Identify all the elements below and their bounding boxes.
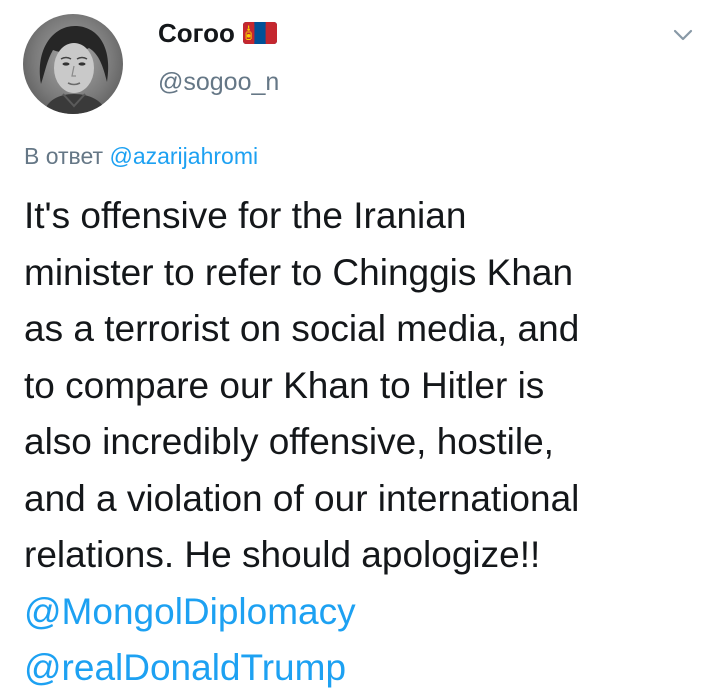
tweet-text-line: as a terrorist on social media, and	[24, 308, 580, 349]
tweet-text: It's offensive for the Iranian minister …	[24, 188, 704, 697]
reply-context: В ответ @azarijahromi	[24, 143, 258, 170]
tweet-text-line: also incredibly offensive, hostile,	[24, 421, 554, 462]
avatar[interactable]	[23, 14, 123, 114]
tweet-text-line: relations. He should apologize!!	[24, 534, 541, 575]
display-name-row: Согоо	[158, 14, 277, 52]
tweet-text-line: minister to refer to Chinggis Khan	[24, 251, 574, 293]
mention-link-realdonaldtrump[interactable]: @realDonaldTrump	[24, 640, 704, 697]
chevron-down-icon[interactable]	[672, 24, 694, 46]
mention-link-mongoldiplomacy[interactable]: @MongolDiplomacy	[24, 584, 704, 641]
reply-prefix: В ответ	[24, 143, 104, 169]
tweet-text-line: It's offensive for the Iranian	[24, 195, 467, 236]
tweet-text-line: and a violation of our international	[24, 477, 580, 519]
user-handle[interactable]: @sogoo_n	[158, 68, 279, 97]
mongolia-flag-icon	[242, 20, 277, 46]
tweet-card: Согоо @sogoo_n В ответ @azarijahromi It'…	[0, 0, 720, 692]
profile-photo	[39, 26, 109, 114]
display-name[interactable]: Согоо	[158, 18, 235, 49]
reply-mention-link[interactable]: @azarijahromi	[109, 143, 258, 169]
tweet-text-line: to compare our Khan to Hitler is	[24, 364, 545, 406]
